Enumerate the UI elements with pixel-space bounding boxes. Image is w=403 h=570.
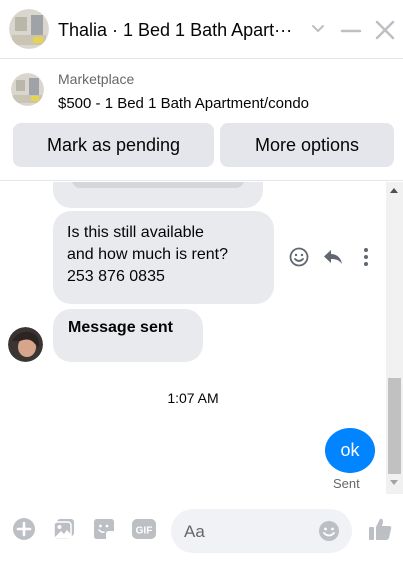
message-timestamp: 1:07 AM [167,390,219,406]
minimize-icon[interactable] [340,19,362,41]
reply-icon[interactable] [321,245,345,269]
message-line: 253 876 0835 [67,268,165,285]
conversation-scrollbar[interactable] [386,182,403,494]
smile-icon[interactable] [287,245,311,269]
message-input[interactable]: Aa [171,509,352,553]
sender-avatar[interactable] [8,327,43,362]
previous-message-attachment [72,182,244,188]
incoming-message[interactable]: Message sent [53,309,203,362]
more-vertical-icon[interactable] [359,245,373,269]
sticker-icon[interactable] [92,517,116,541]
incoming-message[interactable]: Is this still available and how much is … [53,211,274,304]
chat-title[interactable]: Thalia · 1 Bed 1 Bath Apart··· [58,20,292,41]
scroll-thumb[interactable] [388,378,401,474]
message-line: Is this still available [67,224,204,241]
close-icon[interactable] [372,17,398,43]
marketplace-panel: Marketplace $500 - 1 Bed 1 Bath Apartmen… [0,59,403,181]
delivery-status: Sent [333,476,360,491]
emoji-icon[interactable] [317,519,341,543]
listing-thumbnail[interactable] [11,73,44,106]
listing-title[interactable]: $500 - 1 Bed 1 Bath Apartment/condo [58,95,309,112]
header-avatar[interactable] [9,9,49,49]
conversation-area: Is this still available and how much is … [0,182,386,494]
mark-as-pending-button[interactable]: Mark as pending [13,123,214,167]
marketplace-label: Marketplace [58,71,135,87]
photo-icon[interactable] [52,517,76,541]
chat-header: Thalia · 1 Bed 1 Bath Apart··· [0,0,403,59]
scroll-down-arrow[interactable] [390,480,398,485]
gif-icon[interactable]: GIF [131,517,157,541]
svg-text:GIF: GIF [136,526,153,537]
message-input-placeholder: Aa [184,522,205,541]
message-line: and how much is rent? [67,246,228,263]
scroll-up-arrow[interactable] [390,188,398,193]
outgoing-message[interactable]: ok [325,428,375,473]
chevron-down-icon[interactable] [309,19,327,37]
add-icon[interactable] [12,517,36,541]
message-actions [287,245,377,269]
like-icon[interactable] [367,516,393,542]
more-options-button[interactable]: More options [220,123,394,167]
message-composer: GIF Aa [0,494,403,570]
